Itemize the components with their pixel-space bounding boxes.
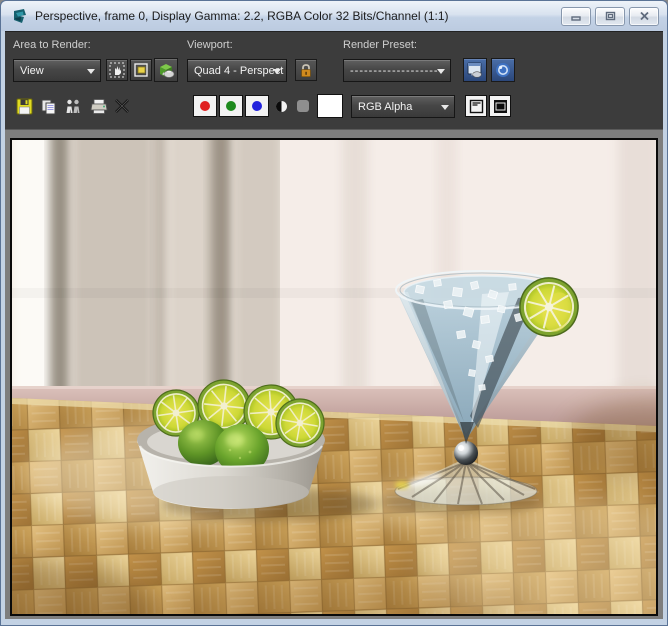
monochrome-button[interactable] [271,95,291,117]
rendered-image [12,140,656,614]
red-channel-button[interactable] [193,95,217,117]
rfw-toolbar: Area to Render: Viewport: Render Preset:… [5,31,663,129]
minimize-icon [571,12,581,21]
save-image-button[interactable] [13,95,35,117]
dropdown-arrow-icon [87,69,95,74]
render-preset-dropdown[interactable]: -------------------- [343,59,451,82]
area-to-render-label: Area to Render: [13,39,91,51]
rendered-frame-window: Perspective, frame 0, Display Gamma: 2.2… [0,0,668,626]
minimize-button[interactable] [561,7,591,26]
blue-channel-button[interactable] [245,95,269,117]
render-viewport-margin [5,129,663,619]
render-button[interactable] [491,58,515,82]
restore-icon [605,11,616,21]
lock-viewport-button[interactable] [295,59,317,81]
layered-window-icon [469,99,484,114]
area-to-render-dropdown[interactable]: View [13,59,101,82]
alpha-channel-button[interactable] [293,95,313,117]
restore-button[interactable] [595,7,625,26]
render-ball-icon [494,61,512,79]
window-bottom-frame [1,619,667,625]
window-controls [561,7,661,26]
monitor-icon [493,99,508,114]
render-preset-value: -------------------- [350,65,443,77]
red-channel-icon [200,101,210,111]
alpha-icon [297,100,309,112]
render-setup-button[interactable] [463,58,487,82]
edit-region-button[interactable] [106,59,128,81]
close-button[interactable] [629,7,659,26]
area-to-render-value: View [20,65,44,77]
hand-marquee-icon [109,62,125,78]
glass-stem-ball [454,441,478,465]
overlay-ui-button[interactable] [465,95,487,117]
3dsmax-app-icon [11,7,29,25]
close-icon [639,11,650,21]
render-canvas[interactable] [10,138,658,616]
viewport-thumb-button[interactable] [154,58,178,82]
green-channel-button[interactable] [219,95,243,117]
framed-square-icon [133,62,149,78]
channel-display-value: RGB Alpha [358,101,412,113]
channel-display-dropdown[interactable]: RGB Alpha [351,95,455,118]
copy-icon [40,98,57,115]
viewport-dropdown[interactable]: Quad 4 - Perspect [187,59,287,82]
dropdown-arrow-icon [437,69,445,74]
clone-figures-icon [64,98,82,115]
render-setup-icon [466,61,484,79]
teapot-cube-icon [157,61,176,80]
viewport-value: Quad 4 - Perspect [194,65,283,77]
clone-rfw-button[interactable] [62,95,84,117]
viewport-label: Viewport: [187,39,233,51]
dropdown-arrow-icon [273,69,281,74]
background-color-swatch[interactable] [317,94,343,118]
render-preset-label: Render Preset: [343,39,417,51]
padlock-icon [299,63,313,78]
clear-button[interactable] [111,95,133,117]
clear-x-icon [114,98,130,114]
blue-channel-icon [252,101,262,111]
sill-highlight [12,386,656,389]
dropdown-arrow-icon [441,105,449,110]
save-icon [16,98,33,115]
fullscreen-toggle-button[interactable] [489,95,511,117]
window-title: Perspective, frame 0, Display Gamma: 2.2… [35,9,449,23]
monochrome-icon [275,100,288,113]
title-bar[interactable]: Perspective, frame 0, Display Gamma: 2.2… [1,1,667,31]
copy-image-button[interactable] [37,95,59,117]
print-image-button[interactable] [88,95,110,117]
green-channel-icon [226,101,236,111]
auto-region-button[interactable] [130,59,152,81]
printer-icon [90,98,108,115]
